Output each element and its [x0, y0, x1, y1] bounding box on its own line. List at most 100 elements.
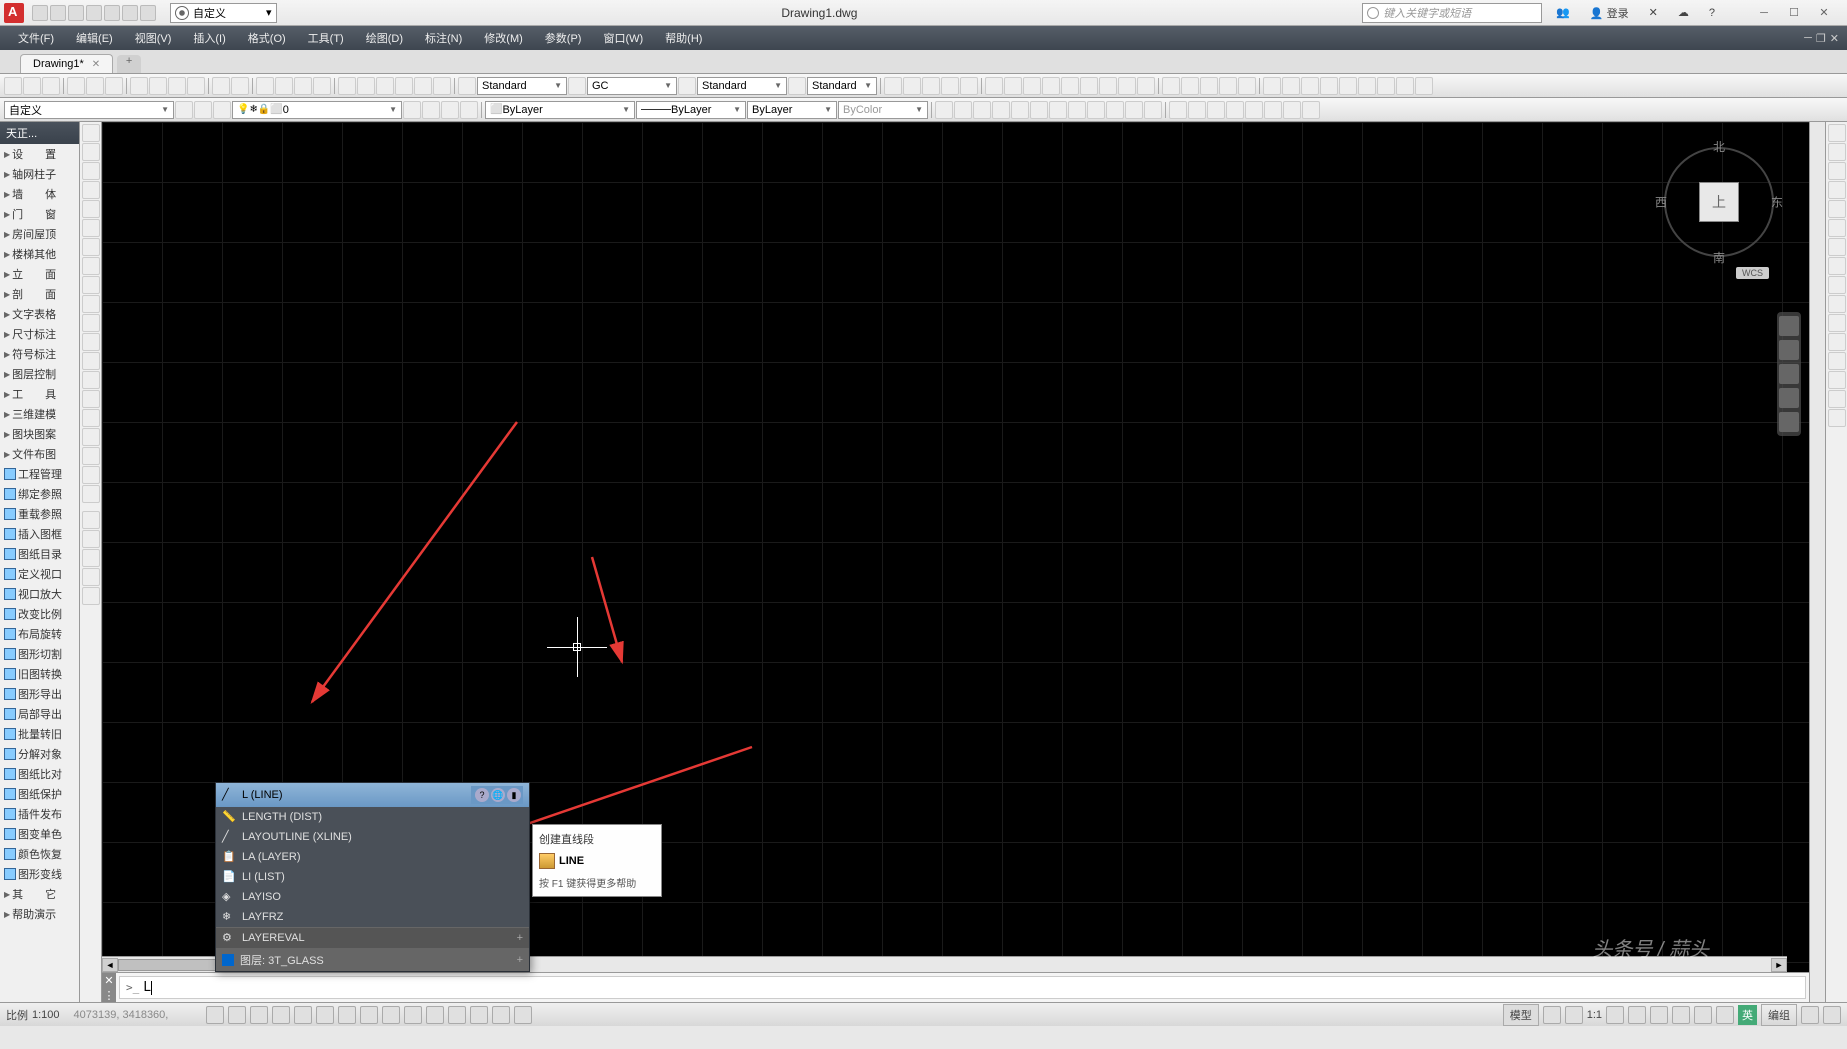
tb-mod19-icon[interactable]: [1283, 101, 1301, 119]
tb-layeruniso-icon[interactable]: [441, 101, 459, 119]
mirror-icon[interactable]: [1828, 162, 1846, 180]
tb-copy-icon[interactable]: [149, 77, 167, 95]
menu-edit[interactable]: 编辑(E): [66, 27, 123, 49]
ac-help-icon[interactable]: ?: [475, 788, 489, 802]
panel-item[interactable]: ▶墙 体: [0, 184, 79, 204]
ac-item-line[interactable]: ╱ L (LINE) ? 🌐 ▮: [216, 783, 529, 807]
panel-item[interactable]: 图形切割: [0, 644, 79, 664]
join-icon[interactable]: [1828, 352, 1846, 370]
panel-item[interactable]: 图纸比对: [0, 764, 79, 784]
rotate-icon[interactable]: [1828, 238, 1846, 256]
mlstyle-combo[interactable]: Standard▼: [807, 77, 877, 95]
tb-paste-icon[interactable]: [168, 77, 186, 95]
cloud-icon[interactable]: ☁: [1672, 4, 1695, 21]
help-icon[interactable]: ?: [1703, 5, 1721, 21]
menu-file[interactable]: 文件(F): [8, 27, 64, 49]
break-icon[interactable]: [1828, 333, 1846, 351]
menu-view[interactable]: 视图(V): [125, 27, 182, 49]
workspace-selector[interactable]: 自定义 ▾: [170, 3, 277, 23]
tb-publish-icon[interactable]: [105, 77, 123, 95]
layer-combo[interactable]: 💡❄🔒⬜ 0▼: [232, 101, 402, 119]
region-icon[interactable]: [82, 428, 100, 446]
menu-insert[interactable]: 插入(I): [183, 27, 235, 49]
tb-dim6-icon[interactable]: [985, 77, 1003, 95]
tb-mod9-icon[interactable]: [1087, 101, 1105, 119]
tb-print-icon[interactable]: [67, 77, 85, 95]
array-icon[interactable]: [1828, 200, 1846, 218]
sb-quickview-icon[interactable]: [1543, 1006, 1561, 1024]
workspace-combo[interactable]: 自定义▼: [4, 101, 174, 119]
sb-tpy-icon[interactable]: [448, 1006, 466, 1024]
tb-zoomprev-icon[interactable]: [313, 77, 331, 95]
panel-item[interactable]: ▶房间屋顶: [0, 224, 79, 244]
panel-item[interactable]: 改变比例: [0, 604, 79, 624]
tb-undo-icon[interactable]: [212, 77, 230, 95]
move-icon[interactable]: [1828, 219, 1846, 237]
tb-dim1-icon[interactable]: [884, 77, 902, 95]
sb-infer-icon[interactable]: [206, 1006, 224, 1024]
panel-item[interactable]: 图形导出: [0, 684, 79, 704]
menu-parametric[interactable]: 参数(P): [535, 27, 592, 49]
menu-dimension[interactable]: 标注(N): [415, 27, 472, 49]
tb-dim19-icon[interactable]: [1238, 77, 1256, 95]
rectangle-icon[interactable]: [82, 200, 100, 218]
menu-help[interactable]: 帮助(H): [655, 27, 712, 49]
copy-icon[interactable]: [1828, 143, 1846, 161]
scroll-left-icon[interactable]: ◄: [102, 958, 118, 972]
tb-dim25-icon[interactable]: [1358, 77, 1376, 95]
line-icon[interactable]: [82, 124, 100, 142]
panel-item[interactable]: 视口放大: [0, 584, 79, 604]
exchange-icon[interactable]: ✕: [1643, 4, 1664, 21]
sb-ducs-icon[interactable]: [382, 1006, 400, 1024]
sb-custom-icon[interactable]: [1823, 1006, 1841, 1024]
tb-mod2-icon[interactable]: [954, 101, 972, 119]
tb-save-icon[interactable]: [42, 77, 60, 95]
command-input[interactable]: >_ L: [119, 976, 1806, 999]
panel-header[interactable]: 天正...: [0, 122, 79, 144]
sb-lock-icon[interactable]: [1672, 1006, 1690, 1024]
tb-mod10-icon[interactable]: [1106, 101, 1124, 119]
ac-pin-icon[interactable]: ▮: [507, 788, 521, 802]
tb-mod1-icon[interactable]: [935, 101, 953, 119]
tb-dim14-icon[interactable]: [1137, 77, 1155, 95]
textstyle-combo[interactable]: Standard▼: [477, 77, 567, 95]
addselected-icon[interactable]: [82, 485, 100, 503]
sb-grid-icon[interactable]: [250, 1006, 268, 1024]
sb-lwt-icon[interactable]: [426, 1006, 444, 1024]
tb-dim7-icon[interactable]: [1004, 77, 1022, 95]
tb-mod15-icon[interactable]: [1207, 101, 1225, 119]
tb-mod7-icon[interactable]: [1049, 101, 1067, 119]
tb-dim12-icon[interactable]: [1099, 77, 1117, 95]
panel-item[interactable]: 批量转旧: [0, 724, 79, 744]
tb-zoomwin-icon[interactable]: [294, 77, 312, 95]
qat-open-icon[interactable]: [50, 5, 66, 21]
scale-value[interactable]: 1:100: [32, 1009, 60, 1021]
constraint4-icon[interactable]: [82, 568, 100, 586]
panel-item[interactable]: ▶图块图案: [0, 424, 79, 444]
constraint5-icon[interactable]: [82, 587, 100, 605]
hatch-icon[interactable]: [82, 390, 100, 408]
panel-item[interactable]: ▶文件布图: [0, 444, 79, 464]
nav-pan-icon[interactable]: [1779, 340, 1799, 360]
ac-item-layiso[interactable]: ◈LAYISO: [216, 887, 529, 907]
sb-ws-icon[interactable]: [1650, 1006, 1668, 1024]
tb-dim26-icon[interactable]: [1377, 77, 1395, 95]
tb-cut-icon[interactable]: [130, 77, 148, 95]
gradient-icon[interactable]: [82, 409, 100, 427]
insertblock-icon[interactable]: [82, 333, 100, 351]
ac-item-layer[interactable]: 📋LA (LAYER): [216, 847, 529, 867]
constraint3-icon[interactable]: [82, 549, 100, 567]
table-icon[interactable]: [82, 447, 100, 465]
panel-item[interactable]: ▶其 它: [0, 884, 79, 904]
tb-mod4-icon[interactable]: [992, 101, 1010, 119]
signin-button[interactable]: 👤 登录: [1584, 3, 1635, 23]
menu-tools[interactable]: 工具(T): [298, 27, 354, 49]
panel-item[interactable]: 重载参照: [0, 504, 79, 524]
qat-saveas-icon[interactable]: [86, 5, 102, 21]
revcloud-icon[interactable]: [82, 257, 100, 275]
tb-dim17-icon[interactable]: [1200, 77, 1218, 95]
menu-draw[interactable]: 绘图(D): [356, 27, 413, 49]
point-icon[interactable]: [82, 371, 100, 389]
makeblock-icon[interactable]: [82, 352, 100, 370]
panel-item[interactable]: ▶帮助演示: [0, 904, 79, 924]
